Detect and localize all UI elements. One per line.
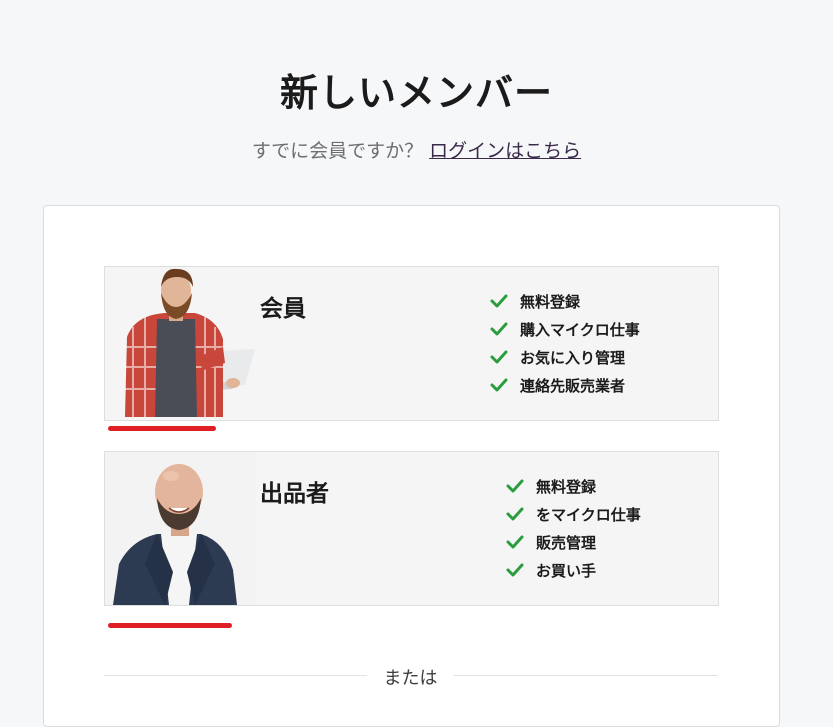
page-title: 新しいメンバー [279,71,553,115]
member-photo [105,267,255,420]
divider-text: または [383,668,438,689]
login-prompt: すでに会員ですか？ ログインはこちら [0,136,833,163]
feature-item: 販売管理 [506,528,641,556]
check-icon [490,322,508,336]
divider-line-left [104,675,367,676]
feature-item: 購入マイクロ仕事 [490,315,640,343]
seller-option-title: 出品者 [260,481,329,507]
divider-line-right [454,675,718,676]
feature-item: 連絡先販売業者 [490,371,640,399]
check-icon [490,294,508,308]
feature-label: 無料登録 [520,292,581,311]
feature-item: 無料登録 [490,287,640,315]
check-icon [506,563,524,577]
feature-label: をマイクロ仕事 [536,505,641,524]
feature-label: お買い手 [536,561,597,580]
check-icon [506,479,524,493]
feature-item: 無料登録 [506,472,641,500]
check-icon [506,535,524,549]
feature-label: 購入マイクロ仕事 [520,320,640,339]
check-icon [490,350,508,364]
or-divider: または [104,664,718,689]
member-selection-bar [108,426,216,431]
feature-item: をマイクロ仕事 [506,500,641,528]
member-option-title: 会員 [260,296,306,322]
feature-label: 無料登録 [536,477,597,496]
check-icon [490,378,508,392]
check-icon [506,507,524,521]
seller-photo [105,452,255,605]
seller-selection-bar [108,623,232,628]
feature-label: お気に入り管理 [520,348,626,367]
feature-item: お買い手 [506,556,641,584]
feature-label: 販売管理 [536,533,597,552]
login-link[interactable]: ログインはこちら [429,140,581,162]
signup-card: 会員 無料登録 購入マイクロ仕事 お気に入り管理 連絡先販売業者 出品者 無料登… [43,205,780,727]
feature-item: お気に入り管理 [490,343,640,371]
member-feature-list: 無料登録 購入マイクロ仕事 お気に入り管理 連絡先販売業者 [490,287,640,399]
feature-label: 連絡先販売業者 [520,376,626,395]
member-option[interactable]: 会員 無料登録 購入マイクロ仕事 お気に入り管理 連絡先販売業者 [104,266,719,421]
seller-option[interactable]: 出品者 無料登録 をマイクロ仕事 販売管理 お買い手 [104,451,719,606]
login-prompt-text: すでに会員ですか？ [251,140,424,162]
seller-feature-list: 無料登録 をマイクロ仕事 販売管理 お買い手 [506,472,641,584]
